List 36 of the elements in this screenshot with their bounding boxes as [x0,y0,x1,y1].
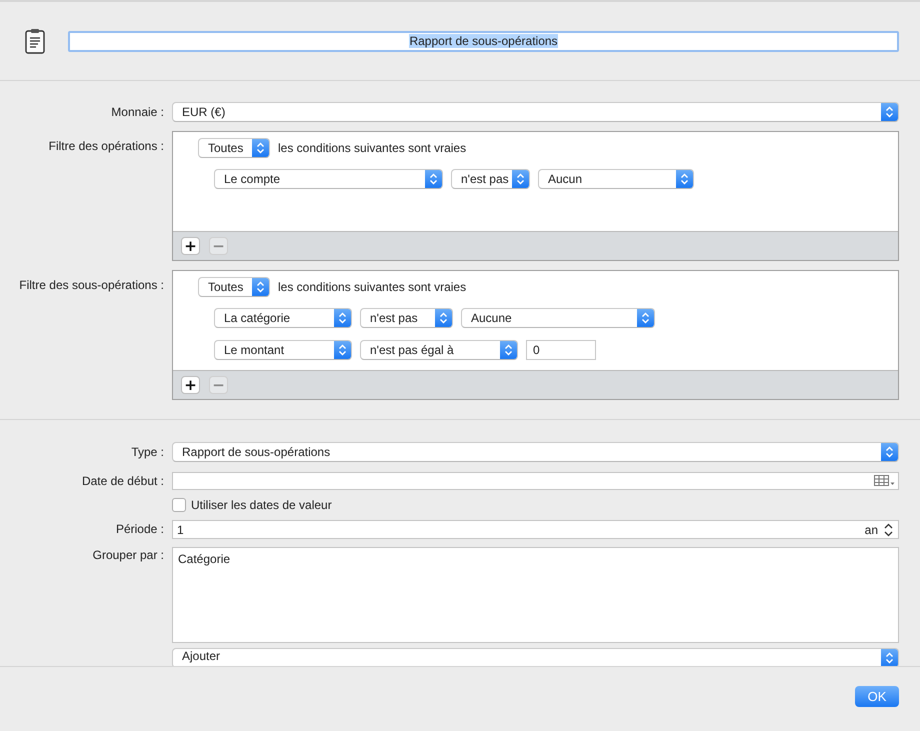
add-button[interactable]: + [181,376,200,394]
type-popup[interactable]: Rapport de sous-opérations [172,442,899,462]
field-label: Période : [114,521,164,538]
match-popup[interactable]: Toutes [198,277,270,297]
condition-popup[interactable]: Le montant [214,340,352,360]
match-popup[interactable]: Toutes [198,138,270,158]
condition-popup[interactable]: n'est pas égal à [360,340,518,360]
field-label: Filtre des opérations : [48,138,164,155]
field-label: Type : [130,444,164,461]
condition-popup[interactable]: La catégorie [214,308,352,328]
field-label: Filtre des sous-opérations : [18,277,164,294]
add-button[interactable]: + [181,237,200,255]
field-label: Grouper par : [92,547,164,564]
checkbox[interactable] [172,498,186,512]
value-field[interactable]: 0 [526,340,596,360]
period-value: 1 [177,522,184,536]
calendar-grid-icon[interactable] [874,475,896,487]
stepper-icon[interactable] [884,522,893,536]
field-label: Date de début : [80,473,164,490]
match-text: les conditions suivantes sont vraies [278,141,466,155]
condition-popup[interactable]: Le compte [214,169,443,189]
field-label: Monnaie : [110,104,164,121]
list-item[interactable]: Catégorie [178,552,893,566]
date-field[interactable] [172,472,899,490]
add-popup[interactable]: Ajouter [172,648,899,666]
condition-popup[interactable]: n'est pas [360,308,453,328]
condition-popup[interactable]: Aucune [461,308,655,328]
period-field[interactable]: 1 an [172,520,899,539]
condition-popup[interactable]: Aucun [538,169,694,189]
condition-popup[interactable]: n'est pas [451,169,530,189]
title-field[interactable]: Rapport de sous-opérations [68,30,899,52]
checkbox-label: Utiliser les dates de valeur [191,498,332,512]
match-text: les conditions suivantes sont vraies [278,280,466,294]
unit-label[interactable]: an [864,522,878,536]
currency-popup[interactable]: EUR (€) [172,102,899,122]
clipboard-icon [24,27,46,55]
